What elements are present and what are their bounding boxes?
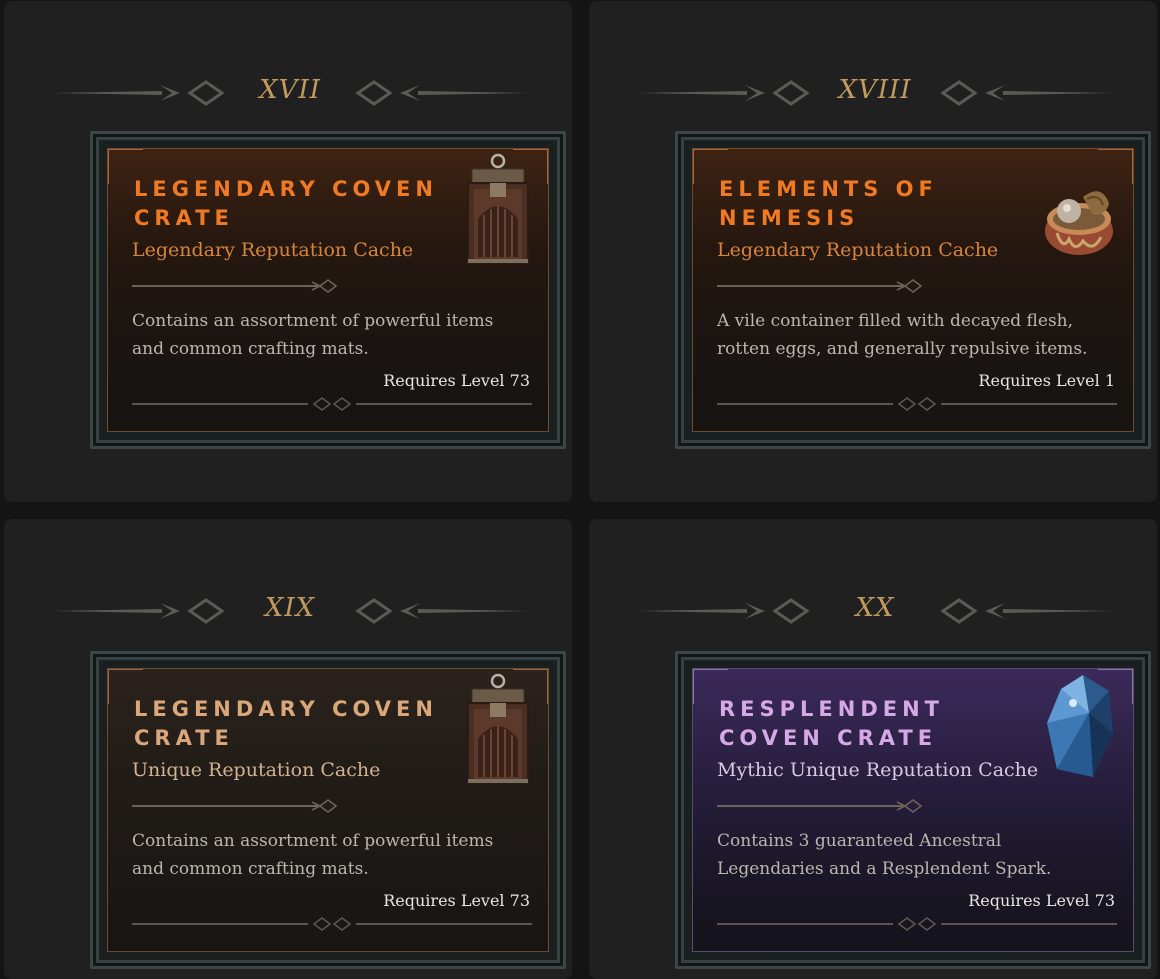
reward-panel-xviii: XVIII Elements of Nemesis Legendary Repu… (589, 1, 1157, 502)
item-tooltip-card[interactable]: Resplendent Coven Crate Mythic Unique Re… (675, 651, 1151, 969)
reward-panel-xx: XX Resplendent Coven Crate Mythic Unique… (589, 519, 1157, 979)
reward-panel-xvii: XVII Legendary Coven Crate Legendary Rep… (4, 1, 572, 502)
item-tooltip-card[interactable]: Elements of Nemesis Legendary Reputation… (675, 131, 1151, 449)
card-body: Elements of Nemesis Legendary Reputation… (692, 148, 1134, 432)
bottom-rule (132, 917, 532, 931)
bottom-rule (717, 917, 1117, 931)
item-name: Legendary Coven Crate (134, 177, 438, 230)
item-type: Mythic Unique Reputation Cache (717, 759, 1039, 781)
bottom-rule (132, 397, 532, 411)
section-rule (132, 279, 338, 293)
item-description: A vile container filled with decayed fle… (717, 311, 1088, 359)
tier-divider: XVII (50, 69, 530, 115)
crate-icon (467, 673, 529, 784)
item-name: Legendary Coven Crate (134, 697, 438, 750)
divider-ornament-right (940, 80, 1113, 106)
level-requirement: Requires Level 73 (383, 891, 530, 910)
tier-divider: XIX (50, 587, 530, 633)
divider-ornament-right (355, 598, 528, 624)
item-tooltip-card[interactable]: Legendary Coven Crate Unique Reputation … (90, 651, 566, 969)
item-name: Elements of Nemesis (719, 177, 938, 230)
reward-panel-xix: XIX Legendary Coven Crate Unique Reputat… (4, 519, 572, 979)
section-rule (132, 799, 338, 813)
item-description: Contains 3 guaranteed Ancestral Legendar… (717, 831, 1052, 879)
section-rule (717, 279, 923, 293)
divider-ornament-right (940, 598, 1113, 624)
item-type: Legendary Reputation Cache (132, 239, 414, 261)
section-rule (717, 799, 923, 813)
card-body: Legendary Coven Crate Legendary Reputati… (107, 148, 549, 432)
divider-ornament-right (355, 80, 528, 106)
crate-icon (467, 153, 529, 264)
level-requirement: Requires Level 1 (978, 371, 1115, 390)
item-description: Contains an assortment of powerful items… (132, 831, 494, 879)
bottom-rule (717, 397, 1117, 411)
card-body: Legendary Coven Crate Unique Reputation … (107, 668, 549, 952)
tier-divider: XVIII (635, 69, 1115, 115)
item-description: Contains an assortment of powerful items… (132, 311, 494, 359)
level-requirement: Requires Level 73 (968, 891, 1115, 910)
item-tooltip-card[interactable]: Legendary Coven Crate Legendary Reputati… (90, 131, 566, 449)
card-body: Resplendent Coven Crate Mythic Unique Re… (692, 668, 1134, 952)
item-type: Unique Reputation Cache (132, 759, 381, 781)
bowl-icon (1045, 191, 1113, 255)
level-requirement: Requires Level 73 (383, 371, 530, 390)
crystal-icon (1047, 675, 1113, 777)
item-name: Resplendent Coven Crate (719, 697, 945, 750)
item-type: Legendary Reputation Cache (717, 239, 999, 261)
tier-divider: XX (635, 587, 1115, 633)
